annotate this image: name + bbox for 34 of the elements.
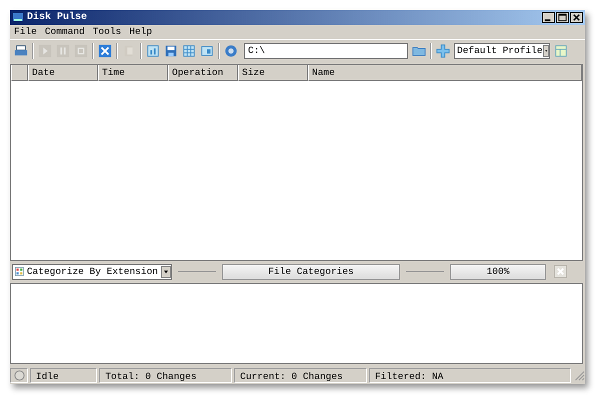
percent-button[interactable]: 100% bbox=[450, 264, 546, 280]
path-field[interactable]: C:\ bbox=[244, 42, 408, 59]
help-icon[interactable] bbox=[224, 44, 238, 58]
profile-dropdown[interactable]: Default Profile bbox=[454, 42, 550, 59]
column-header[interactable] bbox=[11, 64, 28, 81]
menu-item[interactable]: Help bbox=[129, 26, 152, 38]
column-header[interactable]: Time bbox=[98, 64, 168, 81]
category-icon bbox=[15, 266, 24, 278]
save-icon[interactable] bbox=[164, 44, 178, 58]
menu-item[interactable]: Tools bbox=[92, 26, 122, 38]
resize-grip-icon[interactable] bbox=[573, 369, 585, 382]
column-header[interactable]: Name bbox=[308, 64, 582, 81]
column-header[interactable]: Size bbox=[238, 64, 308, 81]
categorize-dropdown[interactable]: Categorize By Extension bbox=[12, 264, 172, 280]
column-header[interactable]: Date bbox=[28, 64, 98, 81]
maximize-icon[interactable] bbox=[556, 12, 569, 23]
plus-icon[interactable] bbox=[436, 44, 450, 58]
status-text: Total: 0 Changes bbox=[99, 368, 232, 383]
chart-icon[interactable] bbox=[146, 44, 160, 58]
status-text: Idle bbox=[30, 368, 98, 383]
minimize-icon[interactable] bbox=[542, 12, 555, 23]
window-title: Disk Pulse bbox=[27, 12, 88, 23]
status-text: Filtered: NA bbox=[368, 368, 572, 383]
status-circle-icon bbox=[14, 370, 25, 381]
file-categories-button[interactable]: File Categories bbox=[222, 264, 400, 280]
menu-item[interactable]: Command bbox=[44, 26, 85, 38]
printer-icon[interactable] bbox=[14, 44, 28, 58]
menu-item[interactable]: File bbox=[14, 26, 37, 38]
status-text: Current: 0 Changes bbox=[234, 368, 367, 383]
close-icon[interactable] bbox=[570, 12, 583, 23]
layout-icon[interactable] bbox=[554, 44, 568, 58]
report-icon[interactable] bbox=[200, 44, 214, 58]
grid-icon[interactable] bbox=[182, 44, 196, 58]
column-header[interactable]: Operation bbox=[168, 64, 238, 81]
